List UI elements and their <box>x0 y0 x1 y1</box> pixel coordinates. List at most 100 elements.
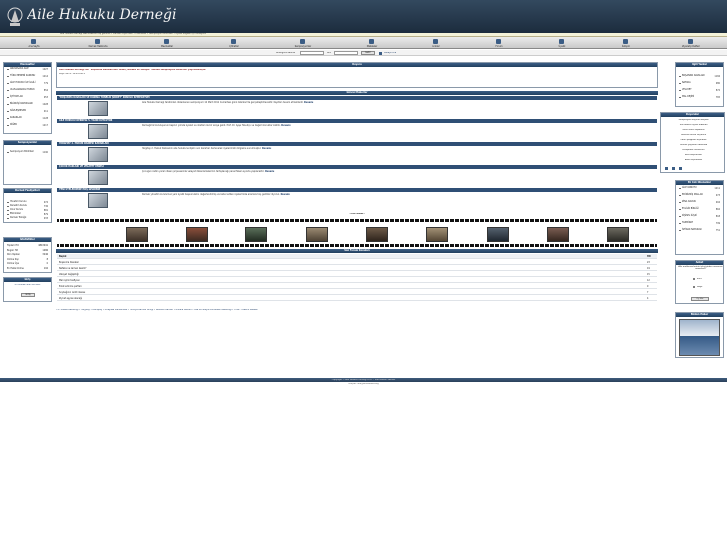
news-thumbnail[interactable] <box>88 193 108 208</box>
side-item[interactable]: TAZMİNAT 799 <box>679 221 720 226</box>
pause-icon[interactable] <box>672 167 675 170</box>
announcement-item[interactable]: Kütüphane hizmetleri <box>664 149 723 151</box>
bullet-icon <box>7 201 9 204</box>
side-item[interactable]: VELAYET 872 <box>679 88 720 93</box>
read-more-link[interactable]: Devamı <box>304 101 313 104</box>
table-row[interactable]: Soybağının reddi davası 7 <box>57 290 657 295</box>
poll-option-yes: Evet <box>697 278 702 280</box>
arrow-right-icon[interactable] <box>679 167 682 170</box>
nav-forum[interactable]: Forum <box>479 37 519 49</box>
nav-about[interactable]: Dernek Hakkında <box>78 37 118 49</box>
news-title[interactable]: "BOŞANMA DAVALARI VE KADINA YÖNELİK ŞİDD… <box>57 96 657 100</box>
announcement-item[interactable]: Dernek yayınları hakkında <box>664 144 723 146</box>
news-title[interactable]: AİLE HUKUKU DERNEĞİ 5. YILINI KUTLUYOR <box>57 119 657 123</box>
side-item[interactable]: DİĞER 1217 <box>7 123 48 128</box>
announcement-item[interactable]: Yeni dönem üyelik aidatları <box>664 124 723 126</box>
side-item[interactable]: Dernek Tüzüğü 933 <box>7 216 48 221</box>
gallery-photo[interactable] <box>487 227 509 242</box>
news-thumbnail[interactable] <box>88 147 108 162</box>
news-thumbnail[interactable] <box>88 170 108 185</box>
side-item[interactable]: TÜRK MEDENİ KANUNU 1214 <box>7 74 48 79</box>
table-row[interactable]: Mal rejimi tasfiyesi 12 <box>57 278 657 283</box>
side-item[interactable]: NAFAKA 980 <box>679 81 720 86</box>
gallery-photo[interactable] <box>306 227 328 242</box>
table-row[interactable]: Velayet değişikliği 15 <box>57 272 657 277</box>
announcement-item[interactable]: Genel kurul toplantısı <box>664 129 723 131</box>
site-title: Aile Hukuku Derneği <box>27 7 177 23</box>
footer-contact[interactable]: İletişim: info@ailehukuku.org <box>0 383 727 385</box>
nav-home[interactable]: Ana Sayfa <box>14 37 54 49</box>
search-category-select[interactable] <box>334 51 358 55</box>
side-item[interactable]: İÇTİHATLAR 953 <box>7 95 48 100</box>
side-item[interactable]: SÖZLEŞMELER 911 <box>7 109 48 114</box>
gallery-photo[interactable] <box>547 227 569 242</box>
ad-banner-image[interactable] <box>679 319 720 356</box>
read-more-link[interactable]: Devamı <box>281 193 290 196</box>
gallery-photo[interactable] <box>426 227 448 242</box>
side-item[interactable]: ZİNA DAVASI 904 <box>679 200 720 205</box>
side-item[interactable]: EDİNİLMİŞ MALLAR 973 <box>679 193 720 198</box>
read-more-link[interactable]: Devamı <box>262 147 271 150</box>
announcement-item[interactable]: Sempozyum kayıtları başladı <box>664 119 723 121</box>
search-button[interactable]: Getir <box>361 51 375 55</box>
mail-icon <box>623 39 628 44</box>
box-header: Anket <box>676 261 723 265</box>
login-button[interactable]: Giriş <box>21 293 35 297</box>
side-item[interactable]: BOŞANMA DAVALARI 1184 <box>679 74 720 79</box>
nav-articles[interactable]: Makaleler <box>352 37 392 49</box>
table-row[interactable]: Evlat edinme şartları 9 <box>57 284 657 289</box>
gallery-photo[interactable] <box>366 227 388 242</box>
nav-case-law[interactable]: Içtihatlar <box>214 37 254 49</box>
related-links-line[interactable]: T.C. Adalet Bakanlığı • Yargıtay • Danış… <box>56 309 658 312</box>
poll-option-no: Hayır <box>697 286 703 288</box>
side-item[interactable]: ULUSLARARASI HUKUK 854 <box>7 88 48 93</box>
announcement-item[interactable]: Burs başvuruları <box>664 154 723 156</box>
gallery-photo[interactable] <box>245 227 267 242</box>
right-box-ad: Bizden Haber <box>675 312 724 358</box>
search-in-label: Ara <box>327 51 331 54</box>
side-item[interactable]: KARARLAR 1128 <box>7 116 48 121</box>
nav-contact[interactable]: İletişim <box>606 37 646 49</box>
poll-radio-no[interactable] <box>693 286 695 288</box>
side-item[interactable]: Sempozyum Bildirileri 1190 <box>7 150 48 155</box>
side-item[interactable]: AİLE KONUTU 1211 <box>679 186 720 191</box>
gallery-photo[interactable] <box>126 227 148 242</box>
nav-symposia[interactable]: Sempozyumlar <box>283 37 323 49</box>
nav-guestbook[interactable]: Ziyaretçi Defteri <box>671 37 711 49</box>
table-row[interactable]: Nafaka ne zaman kesilir? 19 <box>57 266 657 271</box>
gallery-photo[interactable] <box>186 227 208 242</box>
side-item[interactable]: KİŞİSEL İLİŞKİ 818 <box>679 214 720 219</box>
search-input[interactable] <box>300 51 324 55</box>
side-item[interactable]: AİLE HUKUKU İLE İLGİLİ 779 <box>7 81 48 86</box>
side-item[interactable]: BİLİRKİŞİ RAPORLARI 1028 <box>7 102 48 107</box>
read-more-link[interactable]: Devamı <box>265 170 274 173</box>
announcement-text[interactable]: Aile Hukuku Derneği'nin "Boşanma Davalar… <box>59 69 206 72</box>
news-title[interactable]: YARGITAY 2. HUKUK DAİRESİ KARARLARI <box>57 142 657 146</box>
arrow-left-icon[interactable] <box>665 167 668 170</box>
table-row[interactable]: Ziynet eşyası alacağı 4 <box>57 296 657 301</box>
nav-links[interactable]: Linkler <box>416 37 456 49</box>
side-item[interactable]: İSTİRAK NAFAKASI 751 <box>679 228 720 233</box>
side-item[interactable]: EVLİLİK BİRLİĞİ 862 <box>679 207 720 212</box>
login-links[interactable]: UYELIKSIZ GİR. KAYDOL <box>4 284 51 287</box>
poll-vote-button[interactable]: Oy Ver <box>691 297 709 301</box>
advanced-search-link[interactable]: Detaylı Ara <box>384 52 396 55</box>
dernek-logo[interactable] <box>6 6 24 28</box>
box-header: Bizden Haber <box>676 313 723 317</box>
side-item[interactable]: MAL REJİMİ 765 <box>679 95 720 100</box>
side-item[interactable]: ANAYASADA AİLE 1027 <box>7 67 48 72</box>
news-title[interactable]: YENİ ÜYELERİMİZE HOŞ GELDİNİZ <box>57 188 657 192</box>
nav-membership[interactable]: Üyelik <box>542 37 582 49</box>
news-summary: Derneğimiz kuruluşunun beşinci yılında ü… <box>142 124 291 127</box>
nav-legislation[interactable]: Mevzuatlar <box>147 37 187 49</box>
announcement-item[interactable]: Basın açıklaması <box>664 159 723 161</box>
gallery-photo[interactable] <box>607 227 629 242</box>
table-row[interactable]: Boşanma Davaları 23 <box>57 260 657 265</box>
news-title[interactable]: ÇOCUK HAKLARI VE VELAYET PANELİ <box>57 165 657 169</box>
news-thumbnail[interactable] <box>88 101 108 116</box>
read-more-link[interactable]: Devamı <box>281 124 290 127</box>
news-thumbnail[interactable] <box>88 124 108 139</box>
announcement-item[interactable]: Yönetim kurulu seçimleri <box>664 134 723 136</box>
announcement-item[interactable]: Panel programı açıklandı <box>664 139 723 141</box>
poll-radio-yes[interactable] <box>693 278 695 280</box>
